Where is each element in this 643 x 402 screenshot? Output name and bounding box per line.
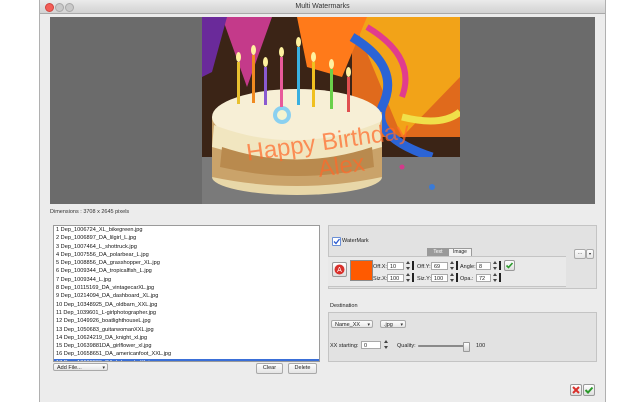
quality-slider-fill [418, 345, 466, 347]
divider [412, 273, 414, 282]
birthday-cake-image: Happy Birthday Alex [202, 17, 460, 204]
angle-stepper[interactable] [493, 261, 497, 270]
opacity-stepper[interactable] [493, 273, 497, 282]
xx-starting-label: XX starting: [330, 343, 359, 349]
apply-button[interactable] [504, 260, 515, 271]
siz-y-stepper[interactable] [450, 273, 454, 282]
check-icon [584, 386, 594, 394]
clear-button[interactable]: Clear [256, 363, 283, 374]
name-format-select[interactable]: Name_XX ▾ [331, 320, 373, 328]
close-icon [572, 386, 580, 394]
destination-label: Destination [330, 303, 358, 309]
file-list-item[interactable]: 10 Dep_10348925_DA_oldbarn_XXL.jpg [54, 301, 319, 309]
image-dimensions: Dimensions : 3708 x 2645 pixels [50, 209, 130, 215]
quality-value: 100 [476, 343, 486, 349]
watermark-label: WaterMark [342, 238, 369, 244]
image-preview-area: Happy Birthday Alex [50, 17, 595, 204]
cancel-button[interactable] [570, 384, 582, 396]
siz-y-field[interactable]: 100 [431, 274, 448, 282]
file-list-item[interactable]: 11 Dep_1039601_L-girlphotographer.jpg [54, 309, 319, 317]
file-list-item[interactable]: 17 Dep_10688806_DA_bdaycakeXL.jpg [54, 358, 319, 361]
off-x-field[interactable]: 10 [387, 262, 404, 270]
add-file-label: Add File... [57, 365, 82, 371]
color-swatch[interactable] [350, 260, 373, 281]
chevron-down-icon: ▾ [367, 322, 370, 328]
divider [499, 261, 501, 270]
siz-x-stepper[interactable] [406, 273, 410, 282]
off-x-label: Off.X: [373, 264, 387, 270]
quality-slider-thumb[interactable] [463, 342, 470, 352]
file-list-item[interactable]: 2 Dep_1006897_DA_lilgirl_L.jpg [54, 234, 319, 242]
checkmark-icon [333, 238, 341, 245]
file-list-item[interactable]: 12 Dep_1049926_boatlighthouseL.jpg [54, 317, 319, 325]
svg-text:A: A [337, 267, 342, 274]
delete-button[interactable]: Delete [288, 363, 317, 374]
off-x-stepper[interactable] [406, 261, 410, 270]
title-bar: Multi Watermarks [40, 0, 605, 14]
divider [499, 273, 501, 282]
file-list-item[interactable]: 7 Dep_1009344_L.jpg [54, 276, 319, 284]
siz-y-label: Siz.Y: [417, 276, 432, 282]
font-button[interactable]: A [332, 262, 347, 277]
file-list-item[interactable]: 4 Dep_1007556_DA_polarbear_L.jpg [54, 251, 319, 259]
file-list-item[interactable]: 13 Dep_1050683_guitarwomanXXL.jpg [54, 326, 319, 334]
angle-field[interactable]: 8 [476, 262, 491, 270]
chevron-down-icon: ▾ [400, 322, 403, 328]
file-list-item[interactable]: 14 Dep_10624219_DA_knight_xl.jpg [54, 334, 319, 342]
file-list-item[interactable]: 6 Dep_1009344_DA_tropicalfish_L.jpg [54, 267, 319, 275]
off-y-field[interactable]: 69 [431, 262, 448, 270]
xx-starting-stepper[interactable] [384, 340, 388, 349]
file-list-item[interactable]: 1 Dep_1006724_XL_bikegreen.jpg [54, 226, 319, 234]
off-y-label: Off.Y: [417, 264, 431, 270]
name-format-value: Name_XX [335, 322, 361, 328]
divider [456, 261, 458, 270]
off-y-stepper[interactable] [450, 261, 454, 270]
divider [456, 273, 458, 282]
file-list-item[interactable]: 3 Dep_1007464_L_shottruck.jpg [54, 243, 319, 251]
ok-button[interactable] [583, 384, 595, 396]
angle-label: Angle: [460, 264, 476, 270]
preview-photo: Happy Birthday Alex [202, 17, 460, 204]
watermark-dropdown-button[interactable]: ▾ [586, 249, 594, 259]
more-options-button[interactable]: ... [574, 249, 586, 259]
quality-slider[interactable] [418, 342, 470, 352]
window-title: Multi Watermarks [295, 3, 350, 10]
file-list-item[interactable]: 5 Dep_1008856_DA_grasshopper_XL.jpg [54, 259, 319, 267]
font-icon: A [334, 264, 345, 275]
file-list-item[interactable]: 8 Dep_10115169_DA_vintagecarXL.jpg [54, 284, 319, 292]
check-icon [505, 262, 514, 269]
opacity-label: Opa.: [460, 276, 474, 282]
quality-label: Quality: [397, 343, 416, 349]
file-list[interactable]: 1 Dep_1006724_XL_bikegreen.jpg 2 Dep_1006… [53, 225, 320, 362]
file-list-item[interactable]: 16 Dep_10658651_DA_americanfoot_XXL.jpg [54, 350, 319, 358]
divider [412, 261, 414, 270]
extension-value: .jpg [384, 322, 393, 328]
file-list-items: 1 Dep_1006724_XL_bikegreen.jpg 2 Dep_1006… [54, 226, 319, 361]
chevron-down-icon: ▾ [102, 365, 105, 371]
file-list-item[interactable]: 9 Dep_10214094_DA_dashboard_XL.jpg [54, 292, 319, 300]
add-file-dropdown[interactable]: Add File... ▾ [53, 363, 108, 371]
siz-x-field[interactable]: 100 [387, 274, 404, 282]
siz-x-label: Siz.X: [373, 276, 388, 282]
xx-starting-field[interactable]: 0 [361, 341, 381, 349]
app-window: Multi Watermarks Happy Birthday Alex Dim… [39, 0, 606, 402]
extension-select[interactable]: .jpg ▾ [380, 320, 406, 328]
chevron-down-icon: ▾ [588, 251, 591, 256]
file-list-item[interactable]: 15 Dep_10639881DA_girlflower_xl.jpg [54, 342, 319, 350]
watermark-checkbox[interactable] [332, 237, 341, 246]
opacity-field[interactable]: 72 [476, 274, 491, 282]
